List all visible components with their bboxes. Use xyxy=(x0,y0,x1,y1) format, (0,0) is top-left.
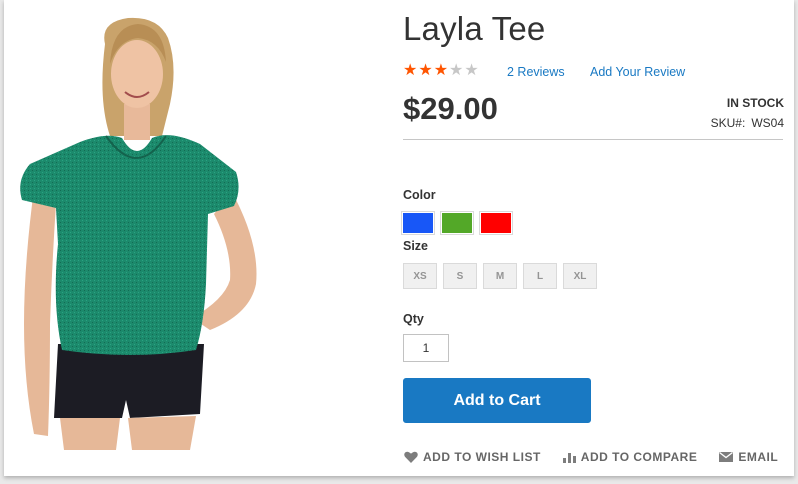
star-icon: ★ xyxy=(433,62,449,79)
add-to-compare-link[interactable]: Add to Compare xyxy=(562,450,698,464)
star-icon: ★ xyxy=(464,62,479,79)
add-to-wish-list-link[interactable]: Add to Wish List xyxy=(404,450,541,464)
rating-stars: ★ ★ ★ ★ ★ xyxy=(403,63,479,79)
envelope-icon xyxy=(719,452,734,462)
product-photo-illustration xyxy=(20,17,257,450)
size-option-xl[interactable]: XL xyxy=(563,263,597,289)
reviews-link[interactable]: 2 Reviews xyxy=(507,65,565,79)
size-option-xs[interactable]: XS xyxy=(403,263,437,289)
divider xyxy=(403,139,783,140)
qty-label: Qty xyxy=(403,312,424,326)
add-review-link[interactable]: Add Your Review xyxy=(590,65,685,79)
size-option-l[interactable]: L xyxy=(523,263,557,289)
qty-input[interactable] xyxy=(403,334,449,362)
product-price: $29.00 xyxy=(403,91,498,126)
color-swatch-blue[interactable] xyxy=(403,213,433,233)
size-option-s[interactable]: S xyxy=(443,263,477,289)
size-option-m[interactable]: M xyxy=(483,263,517,289)
product-title: Layla Tee xyxy=(403,10,546,47)
product-card: Layla Tee ★ ★ ★ ★ ★ 2 Reviews Add Your R… xyxy=(4,0,794,476)
add-to-cart-button[interactable]: Add to Cart xyxy=(403,378,591,423)
color-swatches xyxy=(403,213,511,233)
star-icon: ★ xyxy=(449,62,464,79)
product-actions: Add to Wish List Add to Compare Email xyxy=(404,450,778,464)
sku-value: WS04 xyxy=(751,116,784,130)
color-label: Color xyxy=(403,188,436,202)
product-image[interactable] xyxy=(10,4,270,450)
sku-label: SKU#: xyxy=(710,116,746,130)
star-icon: ★ xyxy=(418,62,433,79)
compare-label: Add to Compare xyxy=(580,450,698,464)
wish-list-label: Add to Wish List xyxy=(423,450,541,464)
star-icon: ★ xyxy=(403,62,418,79)
stock-status: In stock xyxy=(726,96,784,110)
color-swatch-green[interactable] xyxy=(442,213,472,233)
size-label: Size xyxy=(403,239,429,253)
email-link[interactable]: Email xyxy=(719,450,778,464)
color-swatch-red[interactable] xyxy=(481,213,511,233)
bar-chart-icon xyxy=(562,453,576,463)
heart-icon xyxy=(404,451,418,463)
size-options: XS S M L XL xyxy=(403,263,597,289)
sku: SKU#: WS04 xyxy=(711,116,784,130)
email-label: Email xyxy=(738,450,779,464)
